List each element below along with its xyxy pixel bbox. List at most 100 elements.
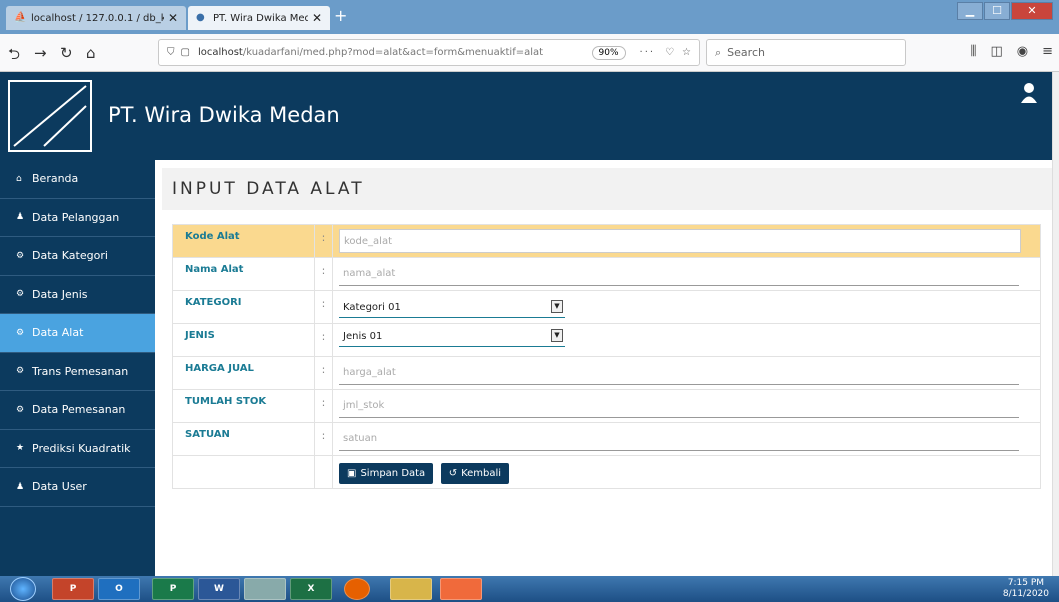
sidebar-item-label: Trans Pemesanan	[32, 364, 129, 378]
browser-nav-bar: ⮌ → ↻ ⌂ ⛉ ▢ localhost/kuadarfani/med.php…	[0, 34, 1059, 72]
page-title-bar: INPUT DATA ALAT	[162, 168, 1052, 210]
logo-mark-icon	[13, 85, 87, 147]
tab-title: localhost / 127.0.0.1 / db_kuad	[31, 12, 164, 24]
field-label: JENIS	[172, 323, 315, 357]
form-row-satuan: SATUAN : satuan	[172, 422, 1041, 456]
sidebar-item-label: Data Kategori	[32, 249, 108, 263]
sidebar-item-data-kategori[interactable]: ⚙ Data Kategori	[0, 237, 155, 276]
form-row-nama: Nama Alat : nama_alat	[172, 257, 1041, 291]
reload-icon[interactable]: ↻	[60, 44, 73, 62]
chevron-down-icon: ▼	[551, 300, 563, 313]
home-icon[interactable]: ⌂	[86, 44, 96, 62]
save-button[interactable]: ▣ Simpan Data	[339, 463, 434, 484]
field-label: Kode Alat	[172, 224, 315, 258]
calculator-icon[interactable]	[244, 578, 286, 600]
close-window-button[interactable]: ✕	[1011, 2, 1053, 20]
jenis-select[interactable]: Jenis 01 ▼	[339, 327, 565, 347]
url-text: localhost/kuadarfani/med.php?mod=alat&ac…	[197, 47, 544, 58]
dashboard-icon: ⚙	[16, 327, 25, 338]
user-icon: ♟	[16, 212, 25, 223]
forward-icon[interactable]: →	[34, 44, 47, 62]
sidebar-item-label: Data Alat	[32, 326, 84, 340]
field-label: TUMLAH STOK	[172, 389, 315, 423]
sidebar-item-label: Data Pemesanan	[32, 403, 126, 417]
dashboard-icon: ⚙	[16, 250, 25, 261]
app-header: PT. Wira Dwika Medan	[0, 72, 1052, 160]
search-input[interactable]: ⌕ Search	[706, 39, 906, 66]
page-icon: ▢	[180, 47, 190, 58]
zoom-badge[interactable]: 90%	[591, 45, 626, 60]
excel-icon[interactable]: X	[290, 578, 332, 600]
system-clock[interactable]: 7:15 PM 8/11/2020	[1003, 578, 1049, 600]
sidebar-item-label: Prediksi Kuadratik	[32, 441, 131, 455]
main-content: INPUT DATA ALAT Kode Alat : kode_alat Na…	[155, 160, 1052, 576]
page-title: INPUT DATA ALAT	[172, 179, 365, 199]
account-icon[interactable]: ◉	[1017, 44, 1028, 59]
sidebar-icon[interactable]: ◫	[990, 44, 1002, 59]
sidebar-item-trans-pemesanan[interactable]: ⚙ Trans Pemesanan	[0, 353, 155, 391]
separator: :	[314, 323, 333, 357]
project-icon[interactable]: P	[152, 578, 194, 600]
xampp-icon[interactable]	[440, 578, 482, 600]
pocket-icon[interactable]: ♡	[665, 47, 674, 58]
form-row-kode: Kode Alat : kode_alat	[172, 224, 1041, 258]
library-icon[interactable]: ⫼	[970, 44, 976, 59]
select-value: Kategori 01	[343, 302, 401, 313]
close-tab-icon[interactable]: ✕	[312, 11, 322, 25]
sidebar-item-data-pemesanan[interactable]: ⚙ Data Pemesanan	[0, 391, 155, 430]
maximize-button[interactable]: ☐	[984, 2, 1010, 20]
new-tab-button[interactable]: +	[334, 6, 347, 25]
jumlah-stok-input[interactable]: jml_stok	[339, 394, 1019, 418]
browser-tab-phpmyadmin[interactable]: ⛵ localhost / 127.0.0.1 / db_kuad ✕	[6, 6, 186, 30]
close-tab-icon[interactable]: ✕	[168, 11, 178, 25]
back-button[interactable]: ↺ Kembali	[440, 463, 510, 484]
minimize-button[interactable]: ▁	[957, 2, 983, 20]
separator: :	[314, 422, 333, 456]
sidebar-item-data-alat[interactable]: ⚙ Data Alat	[0, 314, 155, 353]
harga-jual-input[interactable]: harga_alat	[339, 361, 1019, 385]
globe-icon: ●	[196, 12, 205, 23]
browser-tab-bar: ⛵ localhost / 127.0.0.1 / db_kuad ✕ ● PT…	[0, 0, 1059, 34]
back-icon[interactable]: ⮌	[8, 44, 20, 69]
shield-icon: ⛉	[167, 47, 175, 58]
sidebar-item-beranda[interactable]: ⌂ Beranda	[0, 160, 155, 199]
page-actions-icon[interactable]: ···	[640, 47, 656, 58]
sidebar-item-label: Data Jenis	[32, 287, 88, 301]
input-form: Kode Alat : kode_alat Nama Alat : nama_a…	[172, 224, 1041, 489]
separator: :	[314, 290, 333, 324]
url-bar[interactable]: ⛉ ▢ localhost/kuadarfani/med.php?mod=ala…	[158, 39, 700, 66]
menu-icon[interactable]: ≡	[1042, 44, 1053, 59]
search-placeholder: Search	[727, 46, 765, 59]
word-icon[interactable]: W	[198, 578, 240, 600]
bookmark-star-icon[interactable]: ☆	[682, 47, 691, 58]
outlook-icon[interactable]: O	[98, 578, 140, 600]
nama-alat-input[interactable]: nama_alat	[339, 262, 1019, 286]
browser-tab-active[interactable]: ● PT. Wira Dwika Medan ✕	[188, 6, 330, 30]
clock-time: 7:15 PM	[1007, 578, 1045, 588]
firefox-icon[interactable]	[344, 578, 370, 600]
save-icon: ▣	[347, 468, 357, 479]
page-scrollbar[interactable]	[1052, 72, 1059, 576]
sidebar-item-data-user[interactable]: ♟ Data User	[0, 468, 155, 507]
sidebar-item-data-pelanggan[interactable]: ♟ Data Pelanggan	[0, 199, 155, 237]
kategori-select[interactable]: Kategori 01 ▼	[339, 298, 565, 318]
satuan-input[interactable]: satuan	[339, 427, 1019, 451]
sidebar-item-data-jenis[interactable]: ⚙ Data Jenis	[0, 276, 155, 314]
dashboard-icon: ⚙	[16, 404, 25, 415]
toolbar-icons: ⫼ ◫ ◉ ≡	[970, 44, 1053, 59]
user-icon[interactable]	[1020, 82, 1038, 104]
brand-title: PT. Wira Dwika Medan	[108, 103, 340, 127]
explorer-icon[interactable]	[390, 578, 432, 600]
sidebar-item-label: Beranda	[32, 172, 79, 186]
sidebar-item-prediksi-kuadratik[interactable]: ★ Prediksi Kuadratik	[0, 430, 155, 468]
select-value: Jenis 01	[343, 331, 383, 342]
separator: :	[314, 356, 333, 390]
form-row-harga: HARGA JUAL : harga_alat	[172, 356, 1041, 390]
kode-alat-input[interactable]: kode_alat	[339, 229, 1021, 253]
taskbar: P O P W X 7:15 PM 8/11/2020	[0, 576, 1059, 602]
sidebar-item-label: Data Pelanggan	[32, 210, 120, 224]
undo-icon: ↺	[448, 468, 458, 479]
start-button[interactable]	[10, 577, 36, 601]
powerpoint-icon[interactable]: P	[52, 578, 94, 600]
form-row-actions: ▣ Simpan Data ↺ Kembali	[172, 455, 1041, 489]
